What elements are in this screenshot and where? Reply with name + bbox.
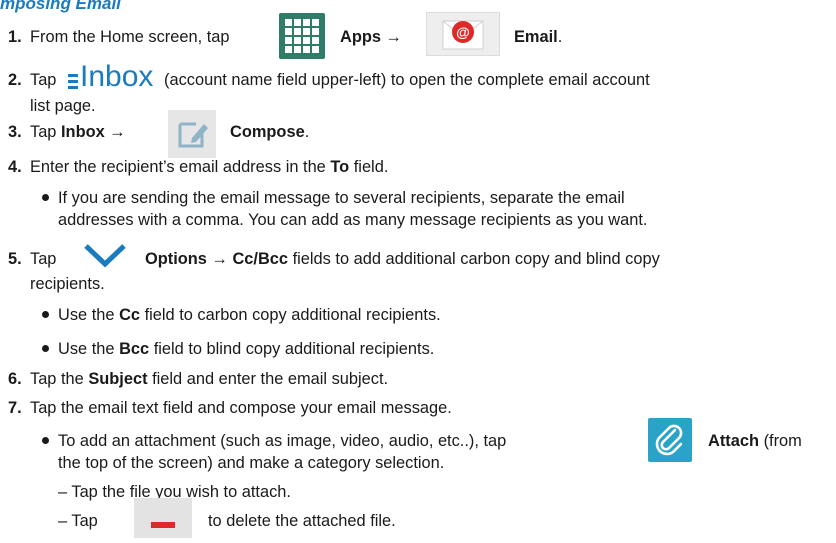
email-label-group: Email. bbox=[514, 28, 563, 46]
bullet-dot bbox=[42, 311, 49, 318]
step-5-bullet-1: Use the Cc field to carbon copy addition… bbox=[42, 305, 441, 325]
chevron-down-icon bbox=[82, 240, 128, 275]
bullet-dot bbox=[42, 437, 49, 444]
section-heading: mposing Email bbox=[0, 0, 121, 13]
email-app-icon: @ bbox=[426, 12, 500, 56]
step-7-dash-2-text: to delete the attached file. bbox=[208, 512, 396, 530]
step-2: 2. Tap bbox=[8, 71, 57, 89]
step-4-bullet-cont: addresses with a comma. You can add as m… bbox=[58, 211, 648, 229]
apps-icon bbox=[279, 13, 325, 59]
bullet-dot bbox=[42, 345, 49, 352]
step-4: 4. Enter the recipient’s email address in… bbox=[8, 158, 389, 176]
step-4-bullet: If you are sending the email message to … bbox=[42, 188, 625, 208]
svg-text:@: @ bbox=[456, 24, 470, 40]
apps-label-group: Apps → bbox=[340, 28, 402, 46]
step-2-text-2: list page. bbox=[30, 97, 96, 115]
attach-label: Attach (from bbox=[708, 432, 802, 450]
inbox-label-image: Inbox bbox=[80, 60, 154, 93]
bullet-dot bbox=[42, 194, 49, 201]
step-7: 7. Tap the email text field and compose y… bbox=[8, 399, 452, 417]
step-5-text-2: recipients. bbox=[30, 275, 105, 293]
delete-attachment-icon bbox=[134, 498, 192, 538]
step-7-bullet-cont: the top of the screen) and make a catego… bbox=[58, 454, 445, 472]
compose-icon bbox=[168, 110, 216, 158]
step-2-text: (account name field upper-left) to open … bbox=[164, 71, 650, 89]
step-7-dash-2: – Tap bbox=[58, 512, 98, 530]
step-7-bullet: To add an attachment (such as image, vid… bbox=[42, 431, 506, 451]
step-3: 3. Tap Inbox → bbox=[8, 123, 126, 141]
step-1: 1. From the Home screen, tap bbox=[8, 28, 230, 46]
step-5-bullet-2: Use the Bcc field to blind copy addition… bbox=[42, 339, 434, 359]
step-5-text: Options → Cc/Bcc fields to add additiona… bbox=[145, 250, 660, 268]
paperclip-icon bbox=[648, 418, 692, 462]
step-6: 6. Tap the Subject field and enter the em… bbox=[8, 370, 389, 388]
menu-icon bbox=[68, 72, 78, 95]
compose-label: Compose. bbox=[230, 123, 310, 141]
step-5: 5. Tap bbox=[8, 250, 57, 268]
